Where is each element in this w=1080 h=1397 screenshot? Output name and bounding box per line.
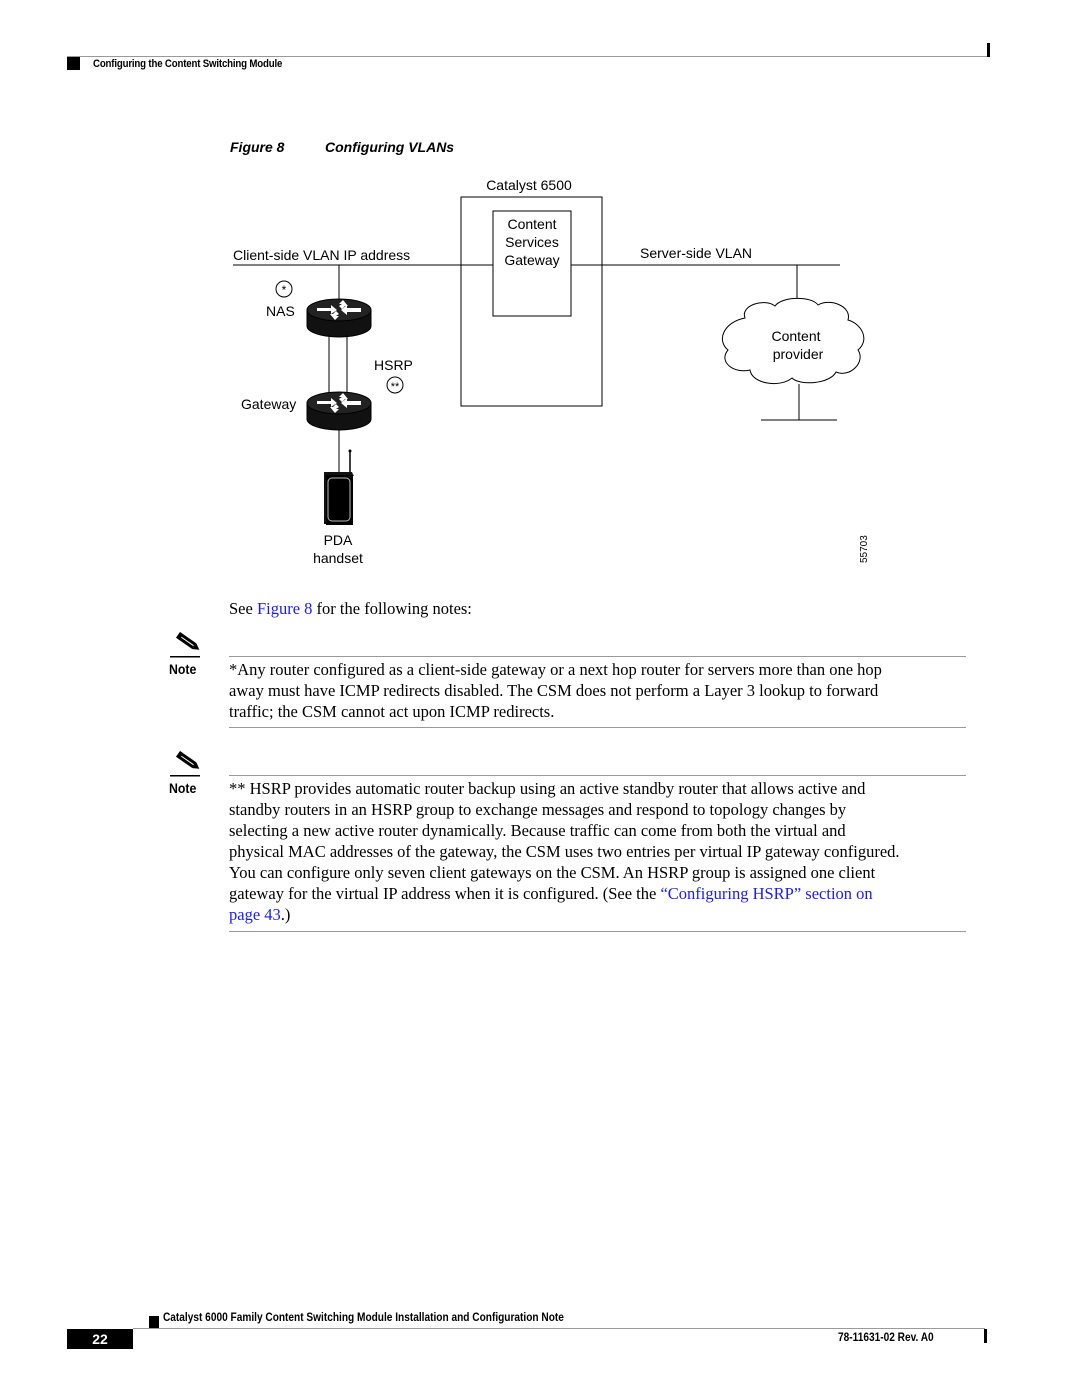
see-suffix: for the following notes: (312, 599, 472, 618)
catalyst-label: Catalyst 6500 (486, 177, 572, 193)
note-2-line: page 43.) (229, 904, 969, 925)
pencil-icon (170, 751, 200, 777)
hsrp-label: HSRP (374, 357, 413, 373)
note-2-line: physical MAC addresses of the gateway, t… (229, 842, 900, 861)
figure-link[interactable]: Figure 8 (257, 599, 312, 618)
note-2-top-rule (229, 775, 966, 776)
footer-doc-title: Catalyst 6000 Family Content Switching M… (163, 1312, 564, 1324)
page-number: 22 (67, 1329, 133, 1349)
nas-label: NAS (266, 303, 295, 319)
gateway-label: Gateway (241, 396, 296, 412)
note-2-line: selecting a new active router dynamicall… (229, 821, 846, 840)
note-1-bottom-rule (229, 727, 966, 728)
router-icon (306, 391, 372, 431)
csg-label-3: Gateway (504, 252, 559, 268)
note-1-text: *Any router configured as a client-side … (229, 659, 969, 722)
note-2-label: Note (169, 780, 197, 796)
note-2-line: You can configure only seven client gate… (229, 863, 876, 882)
cloud-label-2: provider (773, 346, 824, 362)
csg-label-2: Services (505, 234, 559, 250)
footer-rule (133, 1328, 985, 1329)
figure-id: 55703 (859, 535, 870, 563)
note-2-bottom-rule (229, 931, 966, 932)
hsrp-marker: ** (391, 381, 400, 393)
note-1-line: *Any router configured as a client-side … (229, 660, 882, 679)
cloud-label-1: Content (771, 328, 820, 344)
csg-label-1: Content (507, 216, 556, 232)
note-2-line: gateway for the virtual IP address when … (229, 883, 969, 904)
change-bar (984, 1329, 987, 1343)
note-1-label: Note (169, 661, 197, 677)
pda-label-1: PDA (324, 532, 353, 548)
page-43-link[interactable]: page 43 (229, 905, 281, 924)
pencil-icon (170, 632, 200, 658)
configuring-hsrp-link[interactable]: “Configuring HSRP” section on (660, 884, 872, 903)
note-1-line: traffic; the CSM cannot act upon ICMP re… (229, 702, 555, 721)
router-icon (306, 298, 372, 338)
note-2-line: standby routers in an HSRP group to exch… (229, 800, 847, 819)
server-vlan-label: Server-side VLAN (640, 245, 752, 261)
note-2-text: ** HSRP provides automatic router backup… (229, 778, 969, 925)
nas-marker: * (282, 283, 287, 297)
note-2-line: ** HSRP provides automatic router backup… (229, 779, 866, 798)
doc-number: 78-11631-02 Rev. A0 (838, 1332, 934, 1344)
note-2-closing: .) (280, 905, 291, 924)
note-1-top-rule (229, 656, 966, 657)
see-figure-paragraph: See Figure 8 for the following notes: (229, 598, 472, 619)
note-2-line-text: gateway for the virtual IP address when … (229, 884, 661, 903)
pda-label-2: handset (313, 550, 363, 566)
footer-marker (149, 1316, 159, 1328)
see-prefix: See (229, 599, 257, 618)
vlan-diagram: Catalyst 6500 Content Services Gateway C… (233, 177, 870, 566)
client-vlan-label: Client-side VLAN IP address (233, 247, 410, 263)
note-1-line: away must have ICMP redirects disabled. … (229, 681, 879, 700)
